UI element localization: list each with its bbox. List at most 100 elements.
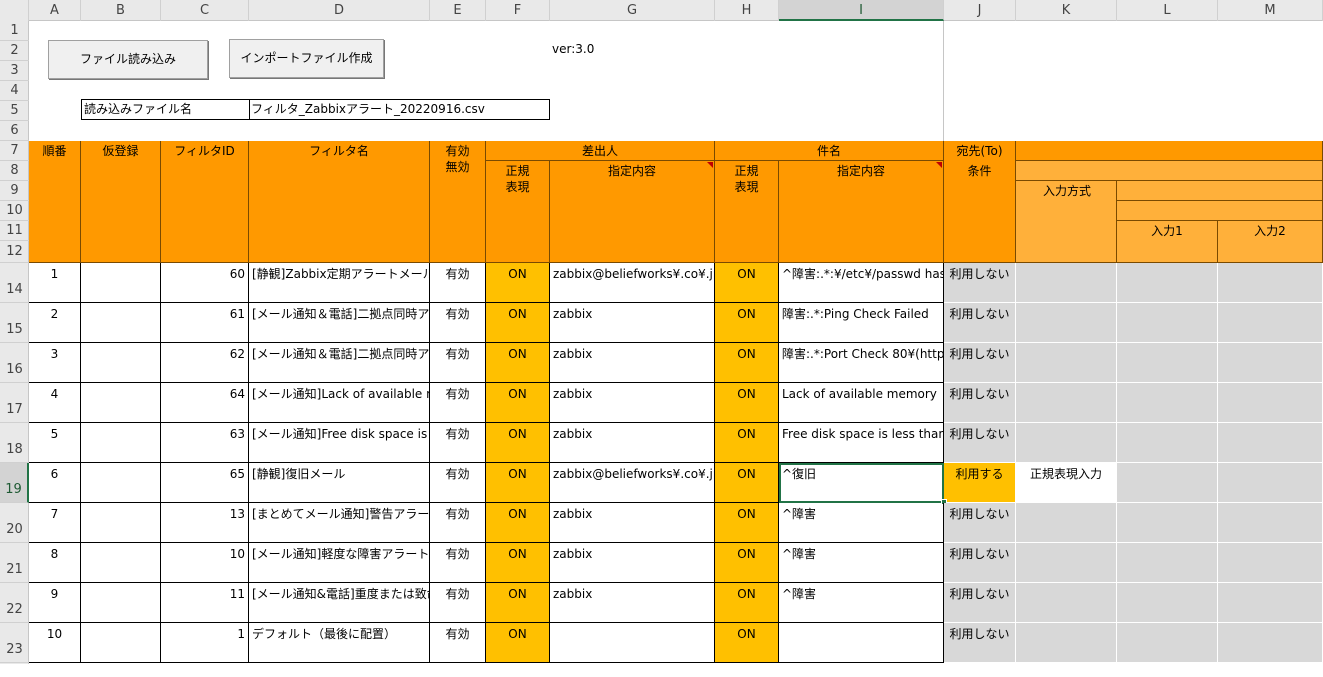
row-input-method[interactable] (1016, 343, 1117, 383)
row-subject-regex[interactable]: ON (715, 423, 779, 463)
row-condition[interactable]: 利用しない (944, 623, 1016, 663)
row-sender-spec[interactable]: zabbix (550, 303, 715, 343)
row-input-method[interactable] (1016, 423, 1117, 463)
row-header-11[interactable]: 11 (0, 221, 29, 241)
load-file-button[interactable]: ファイル読み込み (48, 40, 208, 79)
row-input1[interactable] (1117, 343, 1218, 383)
column-header-k[interactable]: K (1016, 0, 1117, 21)
row-condition[interactable]: 利用しない (944, 343, 1016, 383)
row-sender-regex[interactable]: ON (486, 623, 550, 663)
row-filter-name[interactable]: [まとめてメール通知]警告アラート (249, 503, 430, 543)
row-subject-regex[interactable]: ON (715, 263, 779, 303)
row-temp-registration[interactable] (81, 263, 161, 303)
row-input2[interactable] (1218, 343, 1323, 383)
row-header-10[interactable]: 10 (0, 201, 29, 221)
column-header-l[interactable]: L (1117, 0, 1218, 21)
row-input2[interactable] (1218, 583, 1323, 623)
row-temp-registration[interactable] (81, 463, 161, 503)
row-header-9[interactable]: 9 (0, 181, 29, 201)
row-temp-registration[interactable] (81, 623, 161, 663)
row-input-method[interactable] (1016, 543, 1117, 583)
row-header-21[interactable]: 21 (0, 543, 29, 583)
row-sender-spec[interactable] (550, 623, 715, 663)
row-subject-spec[interactable] (779, 623, 944, 663)
row-header-8[interactable]: 8 (0, 161, 29, 181)
row-valid[interactable]: 有効 (430, 503, 486, 543)
row-filter-name[interactable]: [メール通知]軽度な障害アラート (249, 543, 430, 583)
row-header-5[interactable]: 5 (0, 101, 29, 121)
row-temp-registration[interactable] (81, 303, 161, 343)
row-valid[interactable]: 有効 (430, 303, 486, 343)
column-header-e[interactable]: E (430, 0, 486, 21)
row-sender-spec[interactable]: zabbix@beliefworks¥.co¥.jp (550, 263, 715, 303)
column-header-d[interactable]: D (249, 0, 430, 21)
column-header-m[interactable]: M (1218, 0, 1323, 21)
row-filter-id[interactable]: 13 (161, 503, 249, 543)
row-input-method[interactable] (1016, 503, 1117, 543)
row-filter-id[interactable]: 1 (161, 623, 249, 663)
row-input2[interactable] (1218, 543, 1323, 583)
row-input2[interactable] (1218, 383, 1323, 423)
row-filter-name[interactable]: [メール通知]Free disk space is less (249, 423, 430, 463)
row-input1[interactable] (1117, 583, 1218, 623)
row-sender-regex[interactable]: ON (486, 423, 550, 463)
row-filter-name[interactable]: デフォルト（最後に配置） (249, 623, 430, 663)
row-input2[interactable] (1218, 503, 1323, 543)
row-temp-registration[interactable] (81, 503, 161, 543)
row-header-4[interactable]: 4 (0, 81, 29, 101)
row-valid[interactable]: 有効 (430, 463, 486, 503)
row-subject-spec[interactable]: Free disk space is less than (779, 423, 944, 463)
row-input2[interactable] (1218, 303, 1323, 343)
row-input2[interactable] (1218, 263, 1323, 303)
row-sender-spec[interactable]: zabbix (550, 583, 715, 623)
row-sender-spec[interactable]: zabbix (550, 423, 715, 463)
row-filter-id[interactable]: 10 (161, 543, 249, 583)
row-condition[interactable]: 利用しない (944, 503, 1016, 543)
row-sender-regex[interactable]: ON (486, 263, 550, 303)
create-import-file-button[interactable]: インポートファイル作成 (229, 39, 384, 78)
row-filter-id[interactable]: 64 (161, 383, 249, 423)
column-header-j[interactable]: J (944, 0, 1016, 21)
row-input1[interactable] (1117, 503, 1218, 543)
row-condition[interactable]: 利用する (944, 463, 1016, 503)
row-input-method[interactable] (1016, 303, 1117, 343)
row-input-method[interactable]: 正規表現入力 (1016, 463, 1117, 503)
row-filter-id[interactable]: 60 (161, 263, 249, 303)
row-condition[interactable]: 利用しない (944, 423, 1016, 463)
row-sender-spec[interactable]: zabbix (550, 543, 715, 583)
row-valid[interactable]: 有効 (430, 583, 486, 623)
row-input-method[interactable] (1016, 263, 1117, 303)
row-condition[interactable]: 利用しない (944, 263, 1016, 303)
row-input1[interactable] (1117, 383, 1218, 423)
row-input2[interactable] (1218, 463, 1323, 503)
row-header-15[interactable]: 15 (0, 303, 29, 343)
row-filter-id[interactable]: 62 (161, 343, 249, 383)
column-header-b[interactable]: B (81, 0, 161, 21)
row-sender-spec[interactable]: zabbix@beliefworks¥.co¥.jp (550, 463, 715, 503)
row-header-20[interactable]: 20 (0, 503, 29, 543)
row-subject-spec[interactable]: ^障害 (779, 503, 944, 543)
select-all-corner[interactable] (0, 0, 29, 21)
row-header-23[interactable]: 23 (0, 623, 29, 663)
row-input-method[interactable] (1016, 583, 1117, 623)
row-sender-regex[interactable]: ON (486, 343, 550, 383)
row-header-1[interactable]: 1 (0, 21, 29, 41)
row-condition[interactable]: 利用しない (944, 583, 1016, 623)
row-filter-name[interactable]: [メール通知＆電話]二拠点同時アラート (249, 303, 430, 343)
row-input1[interactable] (1117, 423, 1218, 463)
row-valid[interactable]: 有効 (430, 623, 486, 663)
row-subject-regex[interactable]: ON (715, 343, 779, 383)
row-header-14[interactable]: 14 (0, 263, 29, 303)
row-header-18[interactable]: 18 (0, 423, 29, 463)
row-filter-name[interactable]: [メール通知＆電話]二拠点同時アラート (249, 343, 430, 383)
row-input-method[interactable] (1016, 383, 1117, 423)
row-temp-registration[interactable] (81, 383, 161, 423)
row-filter-name[interactable]: [静観]Zabbix定期アラートメール (249, 263, 430, 303)
row-temp-registration[interactable] (81, 583, 161, 623)
row-header-7[interactable]: 7 (0, 141, 29, 161)
column-header-c[interactable]: C (161, 0, 249, 21)
row-valid[interactable]: 有効 (430, 543, 486, 583)
row-sender-regex[interactable]: ON (486, 503, 550, 543)
row-sender-spec[interactable]: zabbix (550, 343, 715, 383)
row-subject-spec[interactable]: 障害:.*:Port Check 80¥(http (779, 343, 944, 383)
